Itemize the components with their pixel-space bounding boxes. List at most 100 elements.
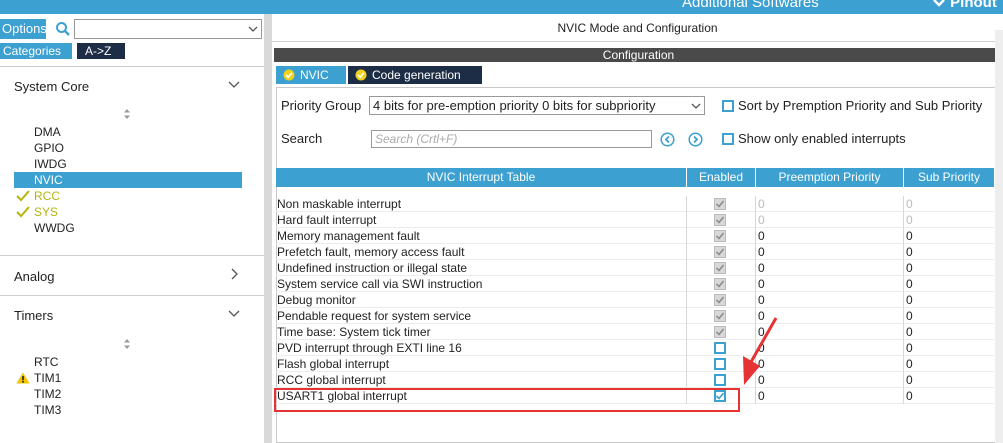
tree-item-sys[interactable]: SYS: [14, 204, 242, 220]
sub-priority-cell[interactable]: 0: [904, 212, 994, 228]
column-header-interrupt[interactable]: NVIC Interrupt Table: [276, 168, 687, 187]
check-circle-icon: [355, 69, 367, 81]
tree-item-dma[interactable]: DMA: [14, 124, 242, 140]
tree-item-wwdg[interactable]: WWDG: [14, 220, 242, 236]
chevron-down-icon[interactable]: [228, 307, 240, 319]
table-row[interactable]: Time base: System tick timer 0 0: [276, 324, 994, 340]
sub-priority-cell[interactable]: 0: [904, 324, 994, 340]
chevron-right-icon[interactable]: [228, 268, 240, 280]
table-row[interactable]: PVD interrupt through EXTI line 16 0 0: [276, 340, 994, 356]
tree-item-label: SYS: [34, 205, 59, 219]
table-row[interactable]: RCC global interrupt 0 0: [276, 372, 994, 388]
priority-group-select[interactable]: 4 bits for pre-emption priority 0 bits f…: [369, 96, 705, 115]
table-row[interactable]: Memory management fault 0 0: [276, 228, 994, 244]
sub-priority-cell[interactable]: 0: [904, 308, 994, 324]
pinout-menu[interactable]: Pinout: [932, 0, 997, 11]
sort-by-priority-checkbox[interactable]: [722, 100, 734, 112]
a-z-tab[interactable]: A->Z: [77, 43, 125, 59]
enabled-checkbox[interactable]: [714, 342, 726, 354]
panel-splitter[interactable]: [264, 14, 272, 443]
column-header-preemption[interactable]: Preemption Priority: [756, 168, 904, 187]
preemption-priority-cell[interactable]: 0: [756, 340, 904, 356]
table-row[interactable]: Prefetch fault, memory access fault 0 0: [276, 244, 994, 260]
table-row[interactable]: Pendable request for system service 0 0: [276, 308, 994, 324]
tree-item-nvic[interactable]: NVIC: [14, 172, 242, 188]
tree-item-tim1[interactable]: TIM1: [14, 370, 242, 386]
sub-priority-cell[interactable]: 0: [904, 292, 994, 308]
search-previous-icon[interactable]: [660, 132, 675, 147]
preemption-priority-cell[interactable]: 0: [756, 212, 904, 228]
tree-item-iwdg[interactable]: IWDG: [14, 156, 242, 172]
preemption-priority-cell[interactable]: 0: [756, 308, 904, 324]
sub-priority-cell[interactable]: 0: [904, 388, 994, 404]
peripheral-search-input[interactable]: [74, 19, 262, 39]
sub-priority-cell[interactable]: 0: [904, 372, 994, 388]
options-button[interactable]: Options: [0, 19, 47, 39]
tree-item-tim2[interactable]: TIM2: [14, 386, 242, 402]
enabled-checkbox[interactable]: [714, 374, 726, 386]
tree-item-label: TIM2: [34, 387, 62, 401]
sub-priority-cell[interactable]: 0: [904, 228, 994, 244]
sub-priority-cell[interactable]: 0: [904, 260, 994, 276]
interrupt-name: Non maskable interrupt: [276, 196, 687, 212]
categories-tab[interactable]: Categories: [0, 43, 72, 59]
preemption-priority-cell[interactable]: 0: [756, 292, 904, 308]
locked-checkbox-icon: [714, 278, 726, 290]
preemption-priority-cell[interactable]: 0: [756, 388, 904, 404]
preemption-priority-cell[interactable]: 0: [756, 228, 904, 244]
tab-code-generation[interactable]: Code generation: [348, 66, 482, 84]
column-header-enabled[interactable]: Enabled: [687, 168, 756, 187]
left-panel: Options Categories A->Z System Core DMA G…: [0, 14, 264, 443]
tab-nvic[interactable]: NVIC: [276, 66, 346, 84]
system-core-header[interactable]: System Core: [14, 79, 89, 94]
sub-priority-cell[interactable]: 0: [904, 356, 994, 372]
search-next-icon[interactable]: [688, 132, 703, 147]
additional-software-tab[interactable]: Additional Softwares: [682, 0, 819, 11]
enabled-cell: [687, 308, 756, 324]
chevron-down-icon[interactable]: [228, 78, 240, 90]
preemption-priority-cell[interactable]: 0: [756, 276, 904, 292]
chevron-down-icon[interactable]: [248, 24, 258, 34]
table-row[interactable]: Flash global interrupt 0 0: [276, 356, 994, 372]
tree-item-label: DMA: [34, 125, 61, 139]
timers-header[interactable]: Timers: [14, 308, 53, 323]
tree-item-tim3[interactable]: TIM3: [14, 402, 242, 418]
table-row[interactable]: Undefined instruction or illegal state 0 0: [276, 260, 994, 276]
warning-icon: [16, 372, 30, 384]
column-header-sub-priority[interactable]: Sub Priority: [904, 168, 994, 187]
locked-checkbox-icon: [714, 326, 726, 338]
enabled-cell: [687, 372, 756, 388]
preemption-priority-cell[interactable]: 0: [756, 372, 904, 388]
preemption-priority-cell[interactable]: 0: [756, 196, 904, 212]
preemption-priority-cell[interactable]: 0: [756, 244, 904, 260]
scroll-arrows-icon[interactable]: [122, 108, 132, 120]
tree-item-label: IWDG: [34, 157, 67, 171]
sub-priority-cell[interactable]: 0: [904, 244, 994, 260]
interrupt-name: Flash global interrupt: [276, 356, 687, 372]
interrupt-search-input[interactable]: [371, 130, 652, 148]
vertical-scrollbar[interactable]: [995, 30, 1003, 443]
scroll-arrows-icon[interactable]: [122, 338, 132, 350]
section-divider: [0, 295, 264, 296]
analog-header[interactable]: Analog: [14, 269, 54, 284]
tree-item-gpio[interactable]: GPIO: [14, 140, 242, 156]
show-enabled-checkbox[interactable]: [722, 133, 734, 145]
preemption-priority-cell[interactable]: 0: [756, 356, 904, 372]
enabled-checkbox[interactable]: [714, 358, 726, 370]
tab-nvic-label: NVIC: [300, 68, 329, 82]
sub-priority-cell[interactable]: 0: [904, 276, 994, 292]
table-row[interactable]: Non maskable interrupt 0 0: [276, 196, 994, 212]
search-icon[interactable]: [55, 21, 71, 37]
preemption-priority-cell[interactable]: 0: [756, 324, 904, 340]
check-icon: [16, 190, 30, 202]
chevron-down-icon: [691, 103, 701, 109]
sub-priority-cell[interactable]: 0: [904, 196, 994, 212]
tree-item-rtc[interactable]: RTC: [14, 354, 242, 370]
table-row[interactable]: Debug monitor 0 0: [276, 292, 994, 308]
preemption-priority-cell[interactable]: 0: [756, 260, 904, 276]
table-row[interactable]: System service call via SWI instruction 0…: [276, 276, 994, 292]
interrupt-name: Hard fault interrupt: [276, 212, 687, 228]
table-row[interactable]: Hard fault interrupt 0 0: [276, 212, 994, 228]
sub-priority-cell[interactable]: 0: [904, 340, 994, 356]
tree-item-rcc[interactable]: RCC: [14, 188, 242, 204]
